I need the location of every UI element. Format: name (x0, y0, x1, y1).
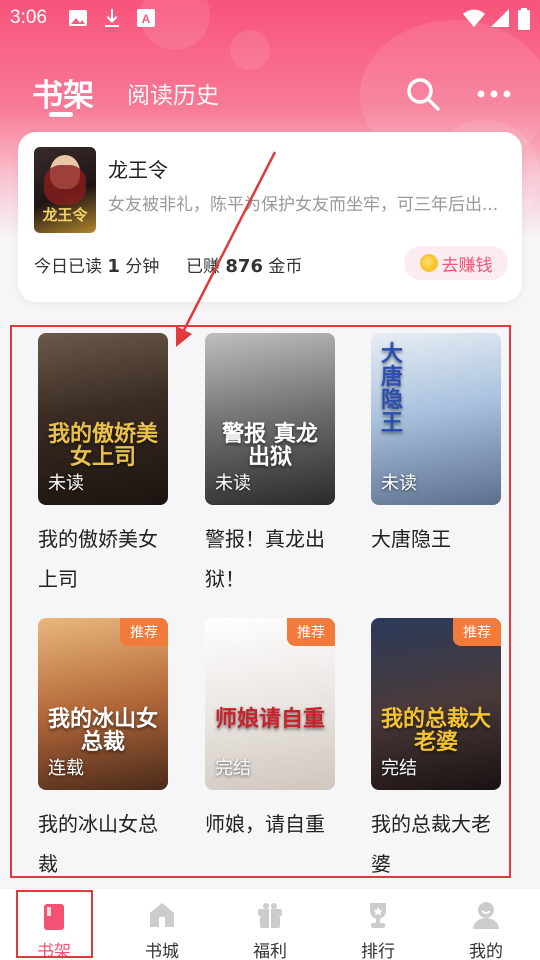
trophy-icon (370, 903, 386, 928)
gift-icon (258, 903, 282, 928)
status-bar: 3:06 A (0, 0, 540, 36)
earned-label: 已赚 (186, 257, 220, 277)
app-notification-icon: A (137, 9, 155, 27)
earn-money-button[interactable]: 去赚钱 (404, 246, 508, 280)
annotation-box-nav-bookshelf (16, 890, 93, 958)
annotation-box-bookshelf (10, 325, 511, 878)
nav-profile-label: 我的 (469, 942, 503, 960)
svg-text:A: A (142, 12, 151, 26)
today-read-label: 今日已读 (34, 257, 102, 277)
today-read-minutes: 1 (107, 256, 120, 277)
search-icon[interactable] (405, 76, 441, 112)
earned-unit: 金币 (268, 257, 303, 277)
recent-book-cover[interactable]: 龙王令 (34, 147, 96, 233)
signal-icon (491, 9, 509, 27)
nav-profile[interactable]: 我的 (432, 889, 540, 960)
today-read-stats: 今日已读 1 分钟 (34, 252, 159, 277)
nav-ranking-label: 排行 (361, 942, 395, 960)
nav-bookstore-label: 书城 (145, 942, 179, 960)
more-options-icon[interactable] (476, 80, 512, 108)
today-read-unit: 分钟 (125, 257, 160, 277)
tab-bookshelf[interactable]: 书架 (32, 70, 94, 115)
nav-welfare[interactable]: 福利 (216, 889, 324, 960)
wifi-icon (463, 9, 485, 27)
recent-cover-text: 龙王令 (42, 206, 88, 224)
recent-reading-card[interactable]: 龙王令 龙王令 女友被非礼，陈平为保护女友而坐牢，可三年后出... 今日已读 1… (18, 132, 522, 302)
store-icon (150, 903, 174, 927)
tab-reading-history[interactable]: 阅读历史 (127, 76, 219, 110)
photo-icon (69, 10, 87, 26)
status-time: 3:06 (10, 7, 47, 28)
coin-icon (419, 254, 438, 272)
download-icon (105, 9, 119, 27)
battery-icon (518, 8, 530, 30)
nav-ranking[interactable]: 排行 (324, 889, 432, 960)
tab-active-indicator (49, 112, 73, 117)
nav-bookstore[interactable]: 书城 (108, 889, 216, 960)
recent-book-description: 女友被非礼，陈平为保护女友而坐牢，可三年后出... (108, 195, 499, 215)
recent-book-title[interactable]: 龙王令 (108, 154, 168, 183)
earned-coins-value: 876 (225, 256, 263, 277)
earned-coins-stats: 已赚 876 金币 (186, 252, 302, 277)
profile-icon (473, 902, 499, 929)
earn-money-label: 去赚钱 (441, 255, 493, 276)
nav-welfare-label: 福利 (253, 942, 287, 960)
